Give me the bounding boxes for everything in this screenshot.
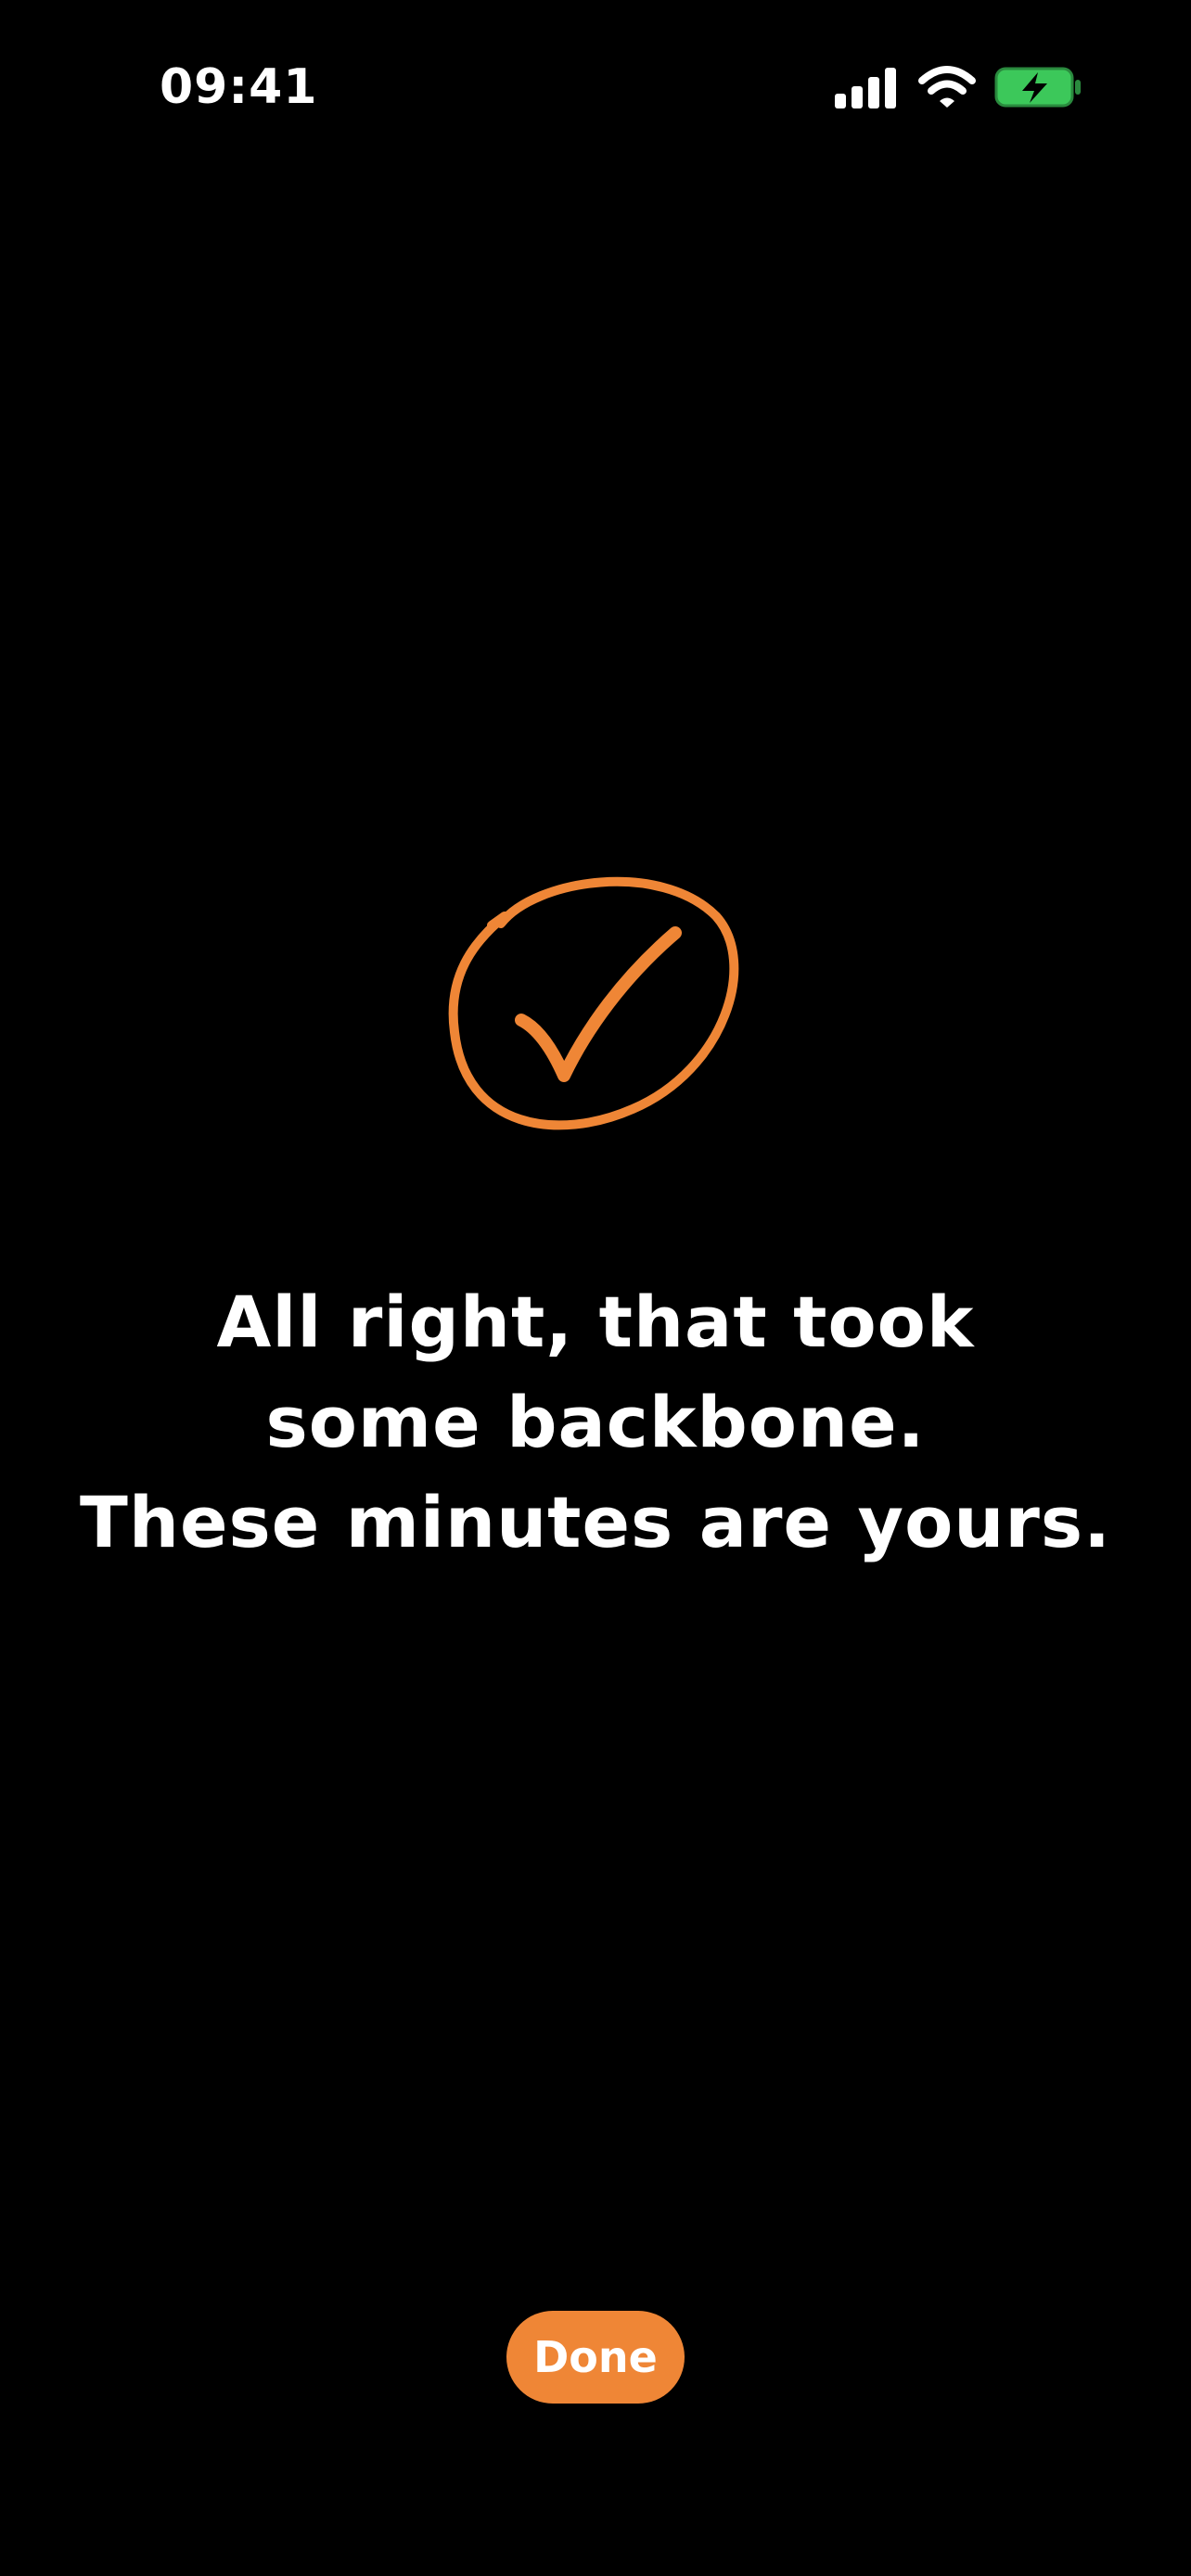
- wifi-icon: [918, 66, 976, 108]
- confirmation-message: All right, that took some backbone. Thes…: [56, 1272, 1135, 1573]
- checkmark-circle-icon: [448, 876, 739, 1130]
- signal-icon: [835, 68, 896, 108]
- message-line-2: some backbone.: [265, 1381, 926, 1463]
- done-button[interactable]: Done: [506, 2311, 685, 2404]
- status-icons: [835, 61, 1082, 113]
- message-line-3: These minutes are yours.: [80, 1481, 1111, 1563]
- status-time: 09:41: [160, 59, 318, 115]
- message-line-1: All right, that took: [216, 1281, 975, 1363]
- battery-charging-icon: [994, 67, 1081, 108]
- status-bar: 09:41: [0, 0, 1191, 176]
